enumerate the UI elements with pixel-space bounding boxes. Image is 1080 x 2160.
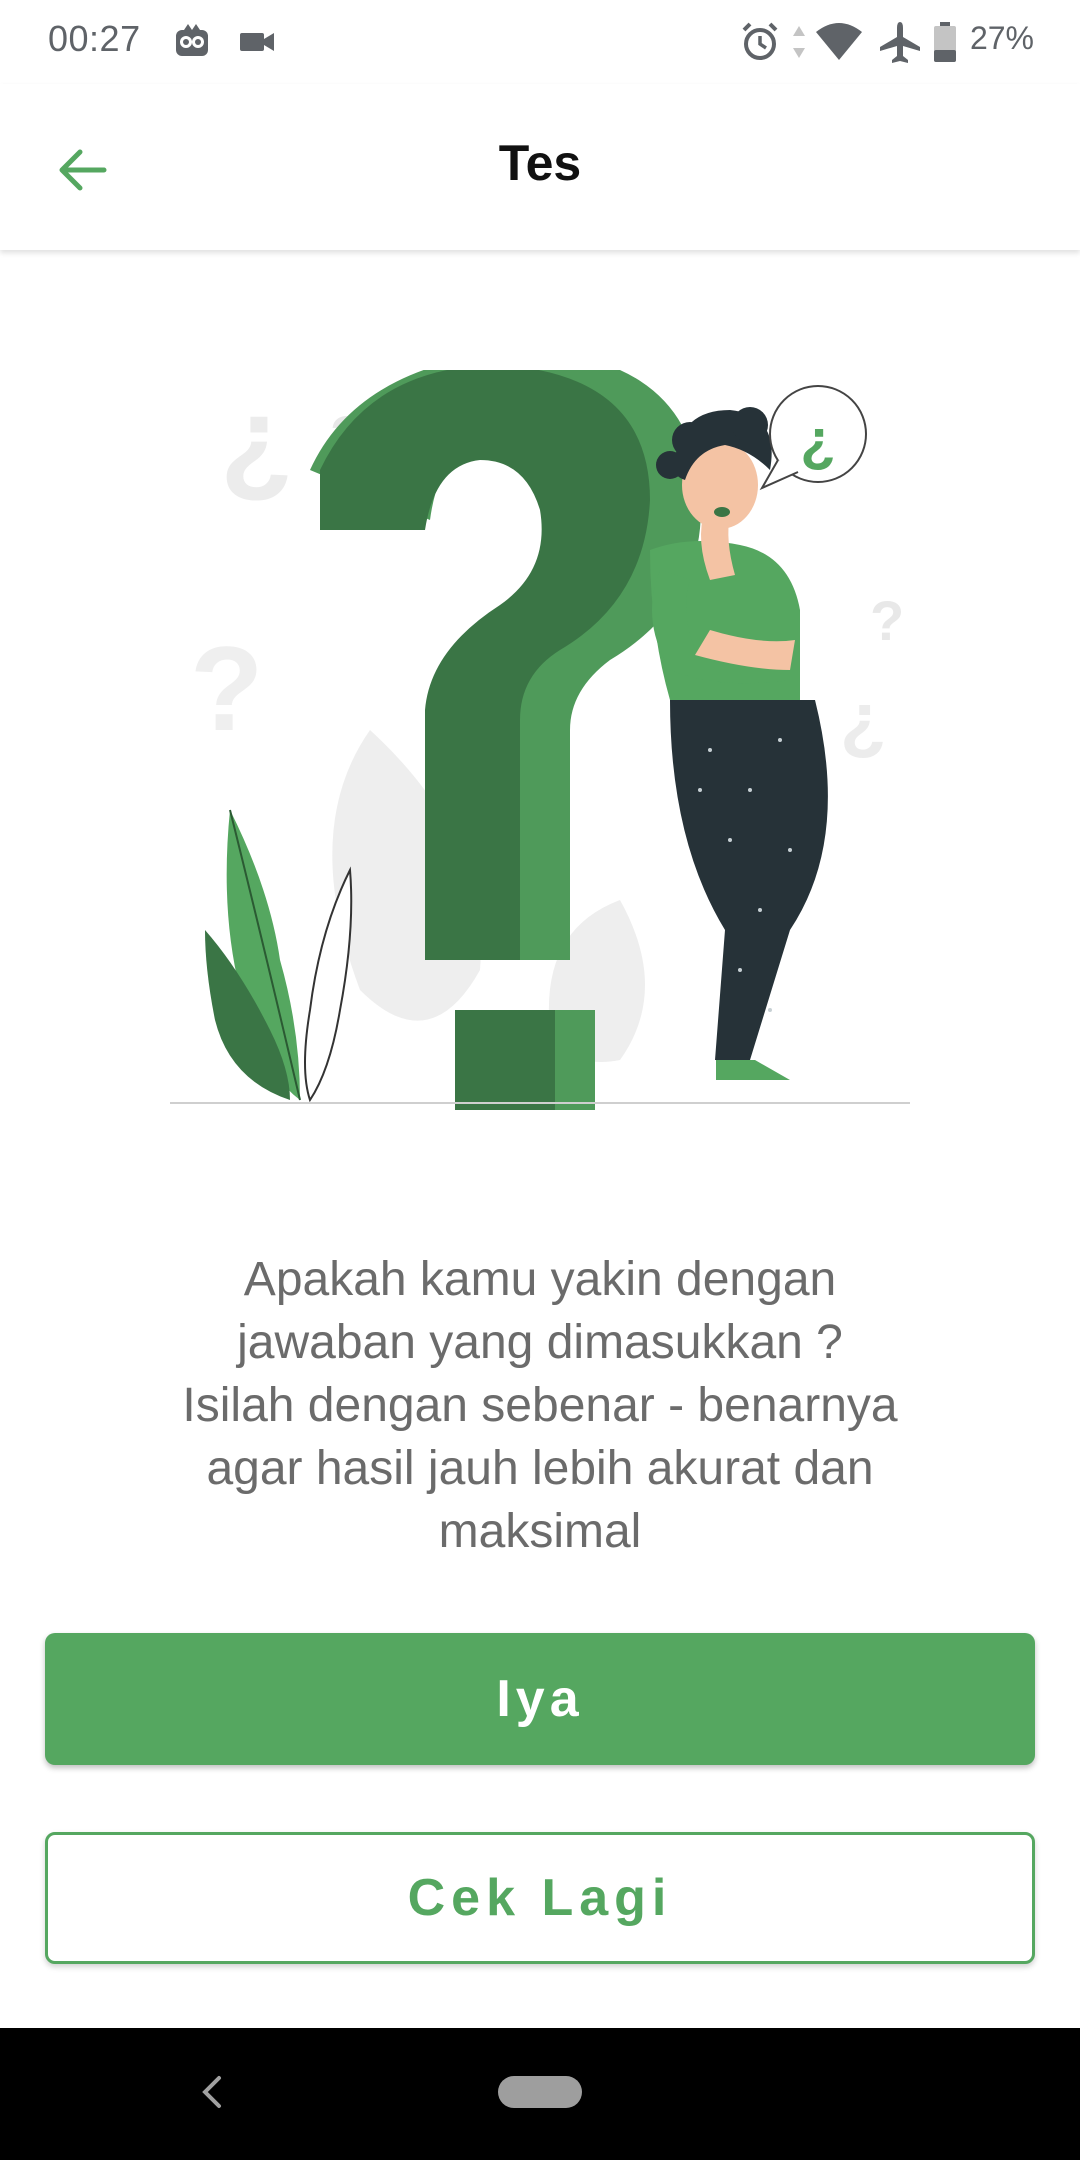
message-line: jawaban yang dimasukkan ? xyxy=(237,1316,843,1369)
wifi-icon xyxy=(814,20,864,64)
question-illustration: ¿ ? ? ? ¿ xyxy=(150,350,930,1110)
data-arrows-icon xyxy=(788,20,810,64)
battery-icon xyxy=(932,20,958,64)
speech-bubble-mark: ¿ xyxy=(800,408,835,473)
message-line: Apakah kamu yakin dengan xyxy=(243,1253,837,1306)
message-line: agar hasil jauh lebih akurat dan xyxy=(206,1442,874,1495)
status-time: 00:27 xyxy=(48,18,141,59)
decor-mark: ¿ xyxy=(220,372,293,506)
page-title: Tes xyxy=(498,135,582,191)
confirmation-message: Apakah kamu yakin dengan jawaban yang di… xyxy=(120,1248,960,1563)
app-bar: Tes xyxy=(0,84,1080,250)
home-pill-icon[interactable] xyxy=(498,2076,582,2108)
status-bar: 00:27 27% xyxy=(0,0,1080,84)
battery-percentage: 27% xyxy=(969,20,1034,56)
system-nav-bar xyxy=(0,2028,1080,2160)
alarm-icon xyxy=(738,20,782,64)
decor-mark: ? xyxy=(190,622,263,756)
video-camera-icon xyxy=(238,22,278,62)
check-again-button[interactable]: Cek Lagi xyxy=(45,1832,1035,1964)
nav-back-button[interactable] xyxy=(182,2064,242,2124)
chevron-left-icon xyxy=(197,2072,227,2117)
yes-button[interactable]: Iya xyxy=(45,1633,1035,1765)
message-line: maksimal xyxy=(438,1505,642,1558)
decor-mark: ¿ xyxy=(840,677,886,762)
message-line: Isilah dengan sebenar - benarnya xyxy=(182,1379,898,1432)
owl-app-icon xyxy=(172,22,212,62)
decor-mark: ? xyxy=(870,589,904,652)
airplane-mode-icon xyxy=(878,20,922,64)
